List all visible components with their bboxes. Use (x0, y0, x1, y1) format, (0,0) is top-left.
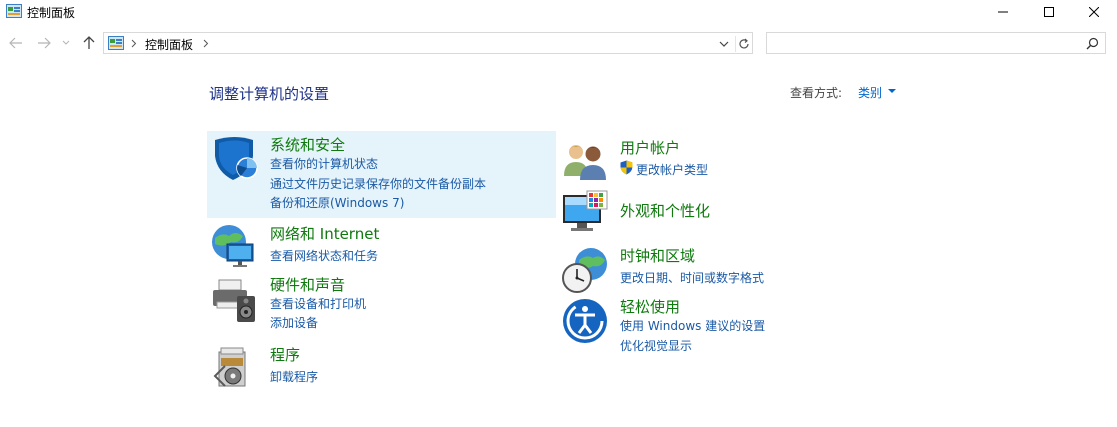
category-title-system-security[interactable]: 系统和安全 (270, 134, 345, 155)
hardware-printer-icon[interactable] (211, 276, 259, 324)
refresh-icon (739, 38, 749, 49)
chevron-down-icon (719, 41, 729, 47)
address-bar[interactable]: 控制面板 (103, 32, 753, 54)
back-arrow-icon (9, 37, 22, 49)
network-globe-icon[interactable] (209, 222, 257, 270)
back-button[interactable] (7, 34, 25, 52)
link-uninstall-program[interactable]: 卸载程序 (270, 368, 318, 385)
link-change-account-type[interactable]: 更改帐户类型 (636, 161, 708, 178)
window-title: 控制面板 (27, 6, 76, 20)
user-accounts-icon[interactable] (561, 138, 609, 186)
refresh-button[interactable] (735, 36, 752, 52)
search-icon[interactable] (1086, 37, 1099, 50)
minimize-icon (998, 11, 1008, 13)
forward-button[interactable] (35, 34, 53, 52)
view-by-label: 查看方式: (790, 86, 843, 100)
close-icon (1089, 7, 1099, 17)
control-panel-icon (6, 4, 22, 18)
category-title-user-accounts[interactable]: 用户帐户 (620, 137, 680, 158)
title-bar: 控制面板 (0, 0, 1117, 24)
link-view-computer-status[interactable]: 查看你的计算机状态 (270, 155, 378, 172)
chevron-right-icon[interactable] (203, 39, 209, 48)
up-arrow-icon (83, 36, 95, 49)
category-title-programs[interactable]: 程序 (270, 344, 300, 365)
link-devices-printers[interactable]: 查看设备和打印机 (270, 295, 366, 312)
maximize-button[interactable] (1026, 0, 1072, 24)
category-title-clock-region[interactable]: 时钟和区域 (620, 245, 695, 266)
search-box[interactable] (766, 32, 1106, 54)
link-file-history-backup[interactable]: 通过文件历史记录保存你的文件备份副本 (270, 175, 486, 192)
link-add-device[interactable]: 添加设备 (270, 314, 318, 331)
maximize-icon (1044, 7, 1054, 17)
forward-arrow-icon (38, 37, 51, 49)
category-title-ease-of-access[interactable]: 轻松使用 (620, 296, 680, 317)
category-title-network[interactable]: 网络和 Internet (270, 223, 379, 244)
link-optimize-visual-display[interactable]: 优化视觉显示 (620, 337, 692, 354)
dropdown-arrow-icon[interactable] (888, 89, 896, 93)
chevron-right-icon[interactable] (131, 39, 137, 48)
search-input[interactable] (771, 35, 1075, 53)
ease-of-access-icon[interactable] (561, 297, 609, 345)
address-dropdown-button[interactable] (716, 36, 732, 52)
clock-globe-icon[interactable] (561, 246, 609, 294)
up-button[interactable] (80, 34, 98, 52)
category-title-hardware[interactable]: 硬件和声音 (270, 274, 345, 295)
chevron-down-icon (62, 40, 70, 45)
page-title: 调整计算机的设置 (209, 85, 330, 103)
close-button[interactable] (1071, 0, 1117, 24)
link-windows-suggested-settings[interactable]: 使用 Windows 建议的设置 (620, 317, 765, 334)
recent-locations-button[interactable] (60, 34, 72, 52)
programs-box-icon[interactable] (211, 344, 259, 392)
navigation-bar: 控制面板 (0, 30, 1117, 56)
link-network-status[interactable]: 查看网络状态和任务 (270, 247, 378, 264)
control-panel-icon (108, 36, 124, 50)
link-change-date-time-format[interactable]: 更改日期、时间或数字格式 (620, 269, 764, 286)
link-backup-restore[interactable]: 备份和还原(Windows 7) (270, 194, 404, 211)
category-title-appearance[interactable]: 外观和个性化 (620, 200, 710, 221)
view-by-dropdown[interactable]: 类别 (858, 84, 882, 101)
security-shield-icon[interactable] (211, 134, 259, 182)
minimize-button[interactable] (980, 0, 1026, 24)
breadcrumb[interactable]: 控制面板 (145, 36, 193, 53)
appearance-monitor-icon[interactable] (561, 189, 609, 237)
uac-shield-icon (620, 160, 633, 175)
